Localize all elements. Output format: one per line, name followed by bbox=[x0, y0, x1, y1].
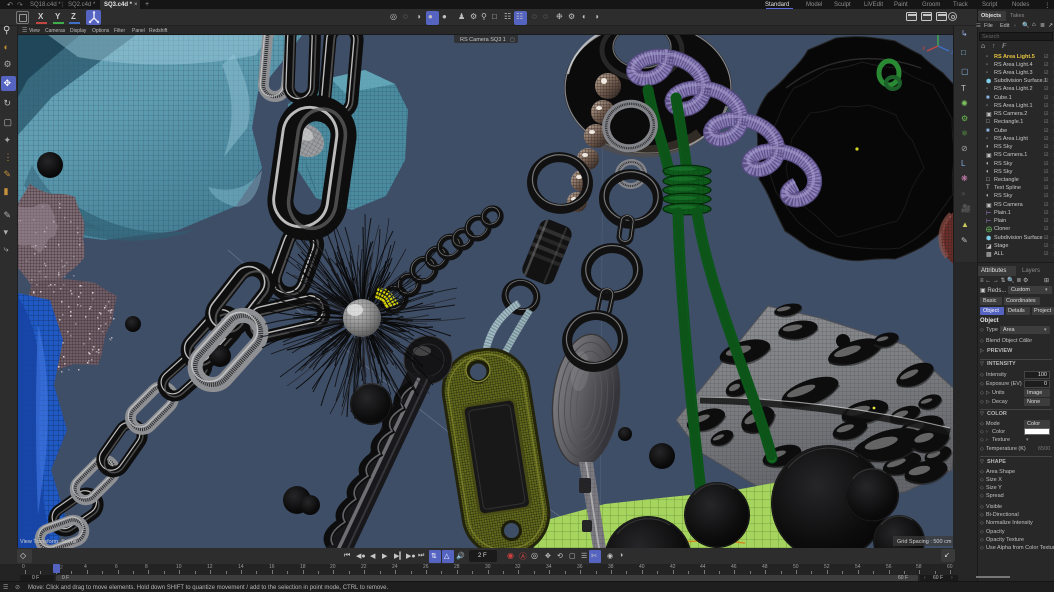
svg-text:▢: ▢ bbox=[510, 37, 515, 43]
svg-text:RS Camera SQ3 1: RS Camera SQ3 1 bbox=[460, 37, 506, 43]
svg-text:Grid Spacing : 500 cm: Grid Spacing : 500 cm bbox=[897, 539, 952, 545]
svg-text:View Transform: Scene: View Transform: Scene bbox=[20, 539, 77, 545]
